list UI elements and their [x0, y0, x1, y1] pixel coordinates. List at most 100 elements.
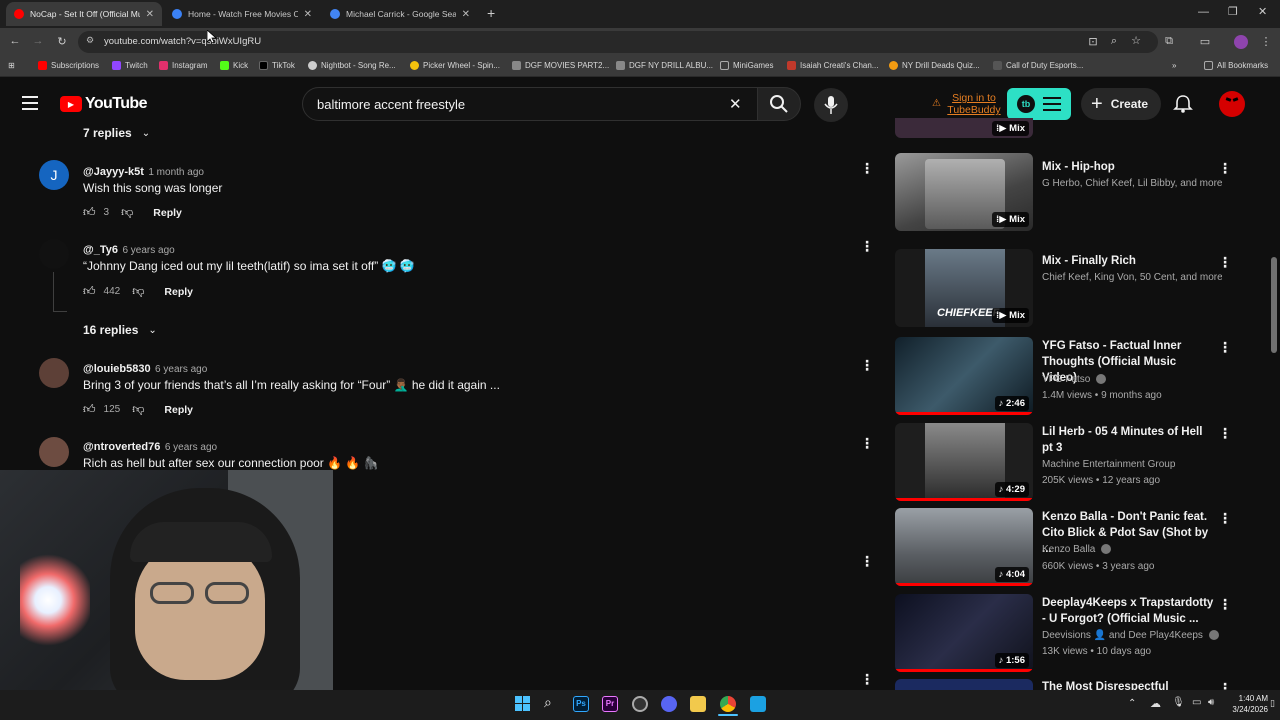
bookmark-tiktok[interactable]: TikTok	[259, 61, 295, 70]
video-thumbnail[interactable]	[895, 679, 1033, 690]
bookmark-dgf-movies[interactable]: DGF MOVIES PART2...	[512, 61, 609, 70]
replies-toggle[interactable]: 7 replies ⌄	[83, 126, 150, 140]
comment-menu-icon[interactable]: ⋮	[860, 435, 874, 451]
video-thumbnail[interactable]: ♪ 4:04	[895, 508, 1033, 586]
video-title[interactable]: The Most Disrespectful	[1042, 679, 1214, 690]
tray-overflow-icon[interactable]: ⌃	[1128, 698, 1136, 709]
avatar[interactable]	[39, 239, 69, 269]
dislike-icon[interactable]: 👎︎	[121, 205, 133, 220]
bookmark-nightbot[interactable]: Nightbot - Song Re...	[308, 61, 396, 70]
hamburger-menu-icon[interactable]	[22, 96, 38, 110]
chrome-icon[interactable]	[720, 696, 736, 712]
back-icon[interactable]: ←	[7, 35, 23, 47]
more-bookmarks-icon[interactable]: »	[1172, 61, 1176, 70]
bookmark-isaiah[interactable]: Isaiah Creati's Chan...	[787, 61, 878, 70]
minimize-icon[interactable]: —	[1198, 6, 1209, 18]
comment-time[interactable]: 6 years ago	[155, 364, 207, 375]
tubebuddy-button[interactable]: tb	[1007, 88, 1071, 120]
taskbar-search-icon[interactable]: ⌕	[544, 694, 552, 711]
onedrive-icon[interactable]: ☁	[1150, 697, 1161, 710]
channel-name[interactable]: YFG Fatso	[1042, 374, 1090, 385]
extensions-icon[interactable]: ⧉	[1161, 35, 1177, 48]
scroll-up-icon[interactable]	[1271, 80, 1277, 90]
apps-grid-icon[interactable]: ⊞	[8, 61, 15, 70]
channel-name[interactable]: Deevisions 👤 and Dee Play4Keeps	[1042, 630, 1203, 641]
reply-button[interactable]: Reply	[164, 286, 193, 298]
tab-nocap[interactable]: NoCap - Set It Off (Official Mus ✕	[6, 2, 162, 26]
dislike-icon[interactable]: 👎︎	[132, 284, 144, 299]
like-icon[interactable]: 👍︎	[83, 284, 96, 299]
display-icon[interactable]: ▭	[1192, 697, 1201, 708]
system-clock[interactable]: 1:40 AM 3/24/2026	[1222, 693, 1268, 715]
close-tab-icon[interactable]: ✕	[462, 9, 470, 20]
bookmark-ny-drill-quiz[interactable]: NY Drill Deads Quiz...	[889, 61, 980, 70]
voice-search-button[interactable]	[814, 88, 848, 122]
video-menu-icon[interactable]: ⋮	[1218, 254, 1232, 270]
bookmark-kick[interactable]: Kick	[220, 61, 248, 70]
create-button[interactable]: + Create	[1081, 88, 1161, 120]
install-app-icon[interactable]: ⊡	[1085, 35, 1101, 48]
video-thumbnail[interactable]: ⁞▶ Mix	[895, 118, 1033, 138]
comment-time[interactable]: 6 years ago	[165, 442, 217, 453]
comment-author[interactable]: @Jayyy-k5t	[83, 166, 144, 178]
windows-start-icon[interactable]	[515, 696, 531, 712]
tubebuddy-sign-in[interactable]: ⚠ Sign in to TubeBuddy	[932, 92, 1003, 116]
bookmark-instagram[interactable]: Instagram	[159, 61, 208, 70]
avatar[interactable]: J	[39, 160, 69, 190]
video-thumbnail[interactable]: ♪ 1:56	[895, 594, 1033, 672]
video-title[interactable]: Deeplay4Keeps x Trapstardotty - U Forgot…	[1042, 595, 1214, 627]
like-icon[interactable]: 👍︎	[83, 402, 96, 417]
premiere-icon[interactable]: Pr	[602, 696, 618, 712]
comment-author[interactable]: @ntroverted76	[83, 441, 160, 453]
reply-button[interactable]: Reply	[153, 207, 182, 219]
video-menu-icon[interactable]: ⋮	[1218, 680, 1228, 690]
microphone-tray-icon[interactable]: 🎙︎	[1172, 697, 1185, 708]
like-icon[interactable]: 👍︎	[83, 205, 96, 220]
avatar[interactable]	[39, 437, 69, 467]
menu-kebab-icon[interactable]: ⋮	[1258, 35, 1274, 48]
video-thumbnail[interactable]: ♪ 4:29	[895, 423, 1033, 501]
restore-icon[interactable]: ❐	[1228, 5, 1238, 18]
page-scrollbar-thumb[interactable]	[1271, 257, 1277, 353]
account-avatar[interactable]	[1219, 91, 1245, 117]
all-bookmarks[interactable]: All Bookmarks	[1204, 61, 1268, 70]
notifications-bell-icon[interactable]	[1173, 94, 1193, 119]
side-panel-icon[interactable]: ▭	[1197, 35, 1213, 48]
bookmark-twitch[interactable]: Twitch	[112, 61, 148, 70]
forward-icon[interactable]: →	[30, 35, 46, 47]
avatar[interactable]	[39, 358, 69, 388]
new-tab-icon[interactable]: +	[487, 5, 495, 21]
bookmark-cod-esports[interactable]: Call of Duty Esports...	[993, 61, 1083, 70]
zoom-icon[interactable]: ⌕	[1106, 35, 1122, 48]
channel-name[interactable]: Machine Entertainment Group	[1042, 457, 1222, 473]
close-tab-icon[interactable]: ✕	[304, 9, 312, 20]
comment-time[interactable]: 1 month ago	[148, 167, 204, 178]
close-tab-icon[interactable]: ✕	[146, 9, 154, 20]
video-menu-icon[interactable]: ⋮	[1218, 160, 1232, 176]
bookmark-subscriptions[interactable]: Subscriptions	[38, 61, 99, 70]
video-thumbnail[interactable]: CHIEFKEEF ⁞▶ Mix	[895, 249, 1033, 327]
video-menu-icon[interactable]: ⋮	[1218, 596, 1232, 612]
photoshop-icon[interactable]: Ps	[573, 696, 589, 712]
bookmark-star-icon[interactable]: ☆	[1128, 34, 1144, 47]
bookmark-minigames[interactable]: MiniGames	[720, 61, 773, 70]
clear-search-icon[interactable]: ✕	[729, 95, 742, 113]
search-button[interactable]	[757, 87, 801, 121]
channel-name[interactable]: Kenzo Balla	[1042, 544, 1095, 555]
file-explorer-icon[interactable]	[690, 696, 706, 712]
comment-menu-icon[interactable]: ⋮	[860, 671, 874, 687]
video-title[interactable]: Lil Herb - 05 4 Minutes of Hell pt 3	[1042, 424, 1214, 456]
notification-icon[interactable]: ▯	[1270, 698, 1275, 709]
tab-home-movies[interactable]: Home - Watch Free Movies On ✕	[164, 2, 320, 26]
tab-google-search[interactable]: Michael Carrick - Google Search ✕	[322, 2, 478, 26]
bookmark-picker-wheel[interactable]: Picker Wheel - Spin...	[410, 61, 500, 70]
video-title[interactable]: Mix - Finally Rich	[1042, 253, 1214, 269]
video-title[interactable]: Mix - Hip-hop	[1042, 159, 1214, 175]
comment-author[interactable]: @_Ty6	[83, 244, 118, 256]
comment-menu-icon[interactable]: ⋮	[860, 238, 874, 254]
discord-icon[interactable]	[661, 696, 677, 712]
close-window-icon[interactable]: ✕	[1258, 5, 1267, 18]
bookmark-dgf-drill[interactable]: DGF NY DRILL ALBU...	[616, 61, 713, 70]
site-info-icon[interactable]: ⚙	[86, 35, 94, 46]
reply-button[interactable]: Reply	[164, 404, 193, 416]
